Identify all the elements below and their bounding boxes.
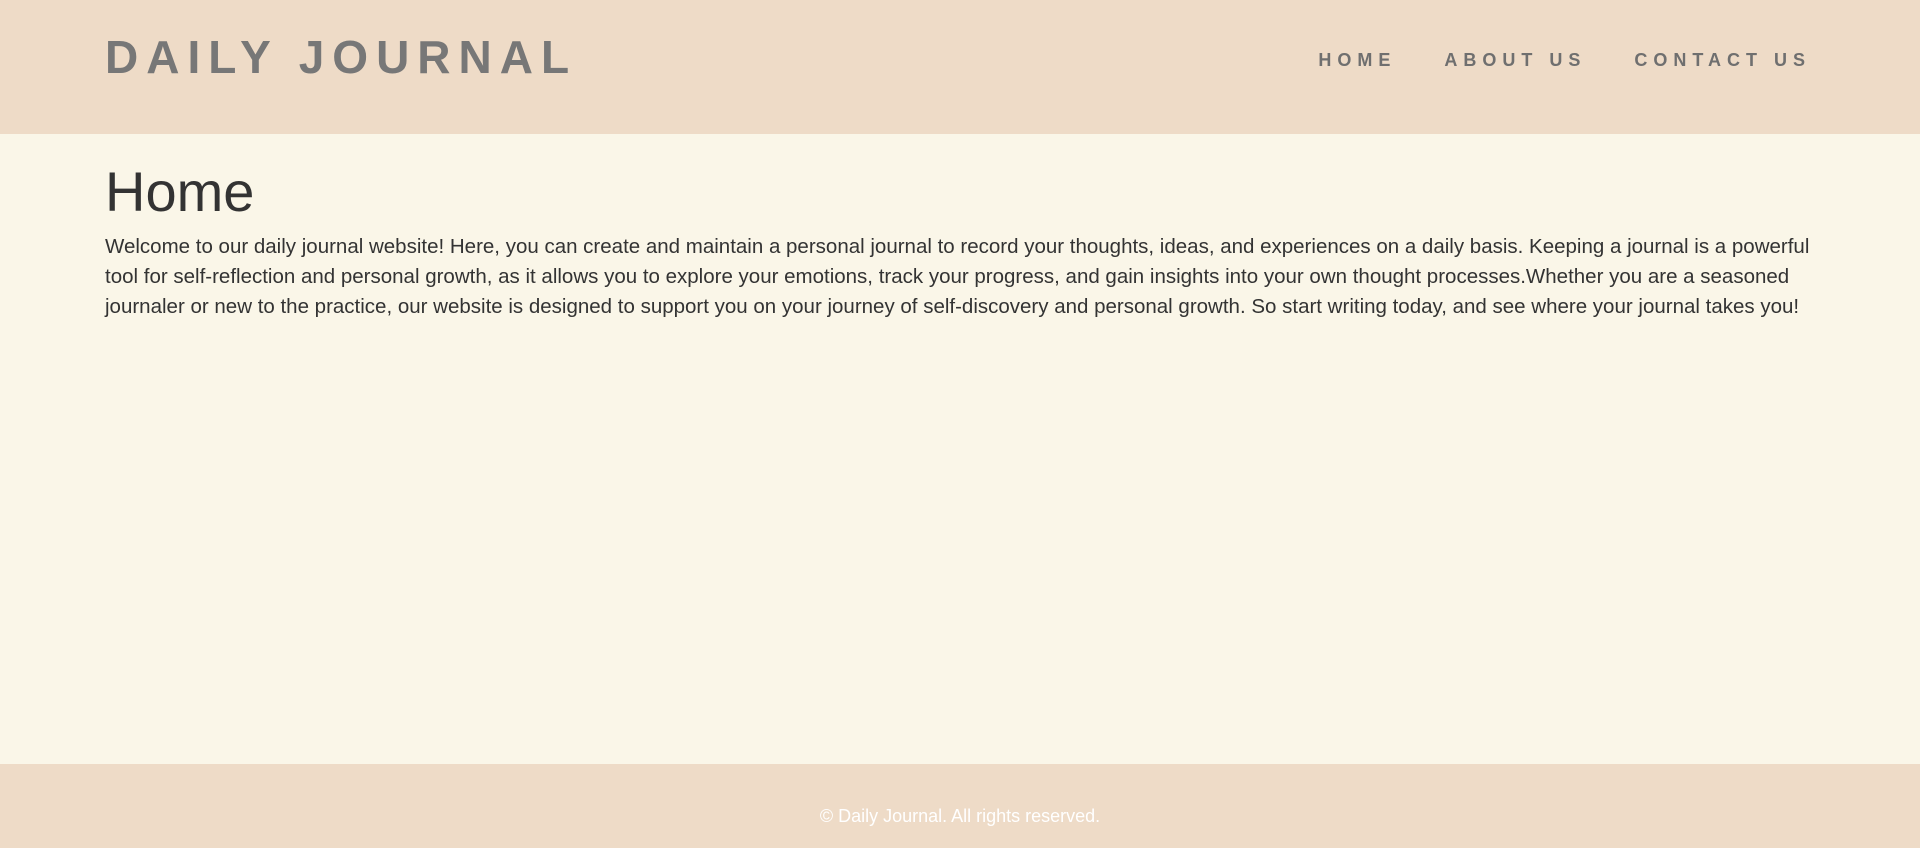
nav-link-home[interactable]: HOME xyxy=(1318,50,1396,70)
copyright-text: © Daily Journal. All rights reserved. xyxy=(819,806,1101,826)
site-footer: © Daily Journal. All rights reserved. xyxy=(0,764,1920,848)
intro-paragraph: Welcome to our daily journal website! He… xyxy=(105,235,1810,318)
nav-link-about-us[interactable]: ABOUT US xyxy=(1444,50,1586,70)
nav-item-home: HOME xyxy=(1318,50,1396,70)
site-header: DAILY JOURNAL HOME ABOUT US CONTACT US xyxy=(0,0,1920,134)
brand-logo-text[interactable]: DAILY JOURNAL xyxy=(105,34,577,80)
nav-link-contact-us[interactable]: CONTACT US xyxy=(1634,50,1811,70)
page-title: Home xyxy=(105,160,255,223)
daily-journal-page: DAILY JOURNAL HOME ABOUT US CONTACT US H… xyxy=(0,0,1920,848)
main-content: Home Welcome to our daily journal websit… xyxy=(105,164,1815,322)
main-navigation: HOME ABOUT US CONTACT US xyxy=(1318,50,1811,70)
nav-item-contact-us: CONTACT US xyxy=(1634,50,1811,70)
nav-item-about-us: ABOUT US xyxy=(1444,50,1586,70)
